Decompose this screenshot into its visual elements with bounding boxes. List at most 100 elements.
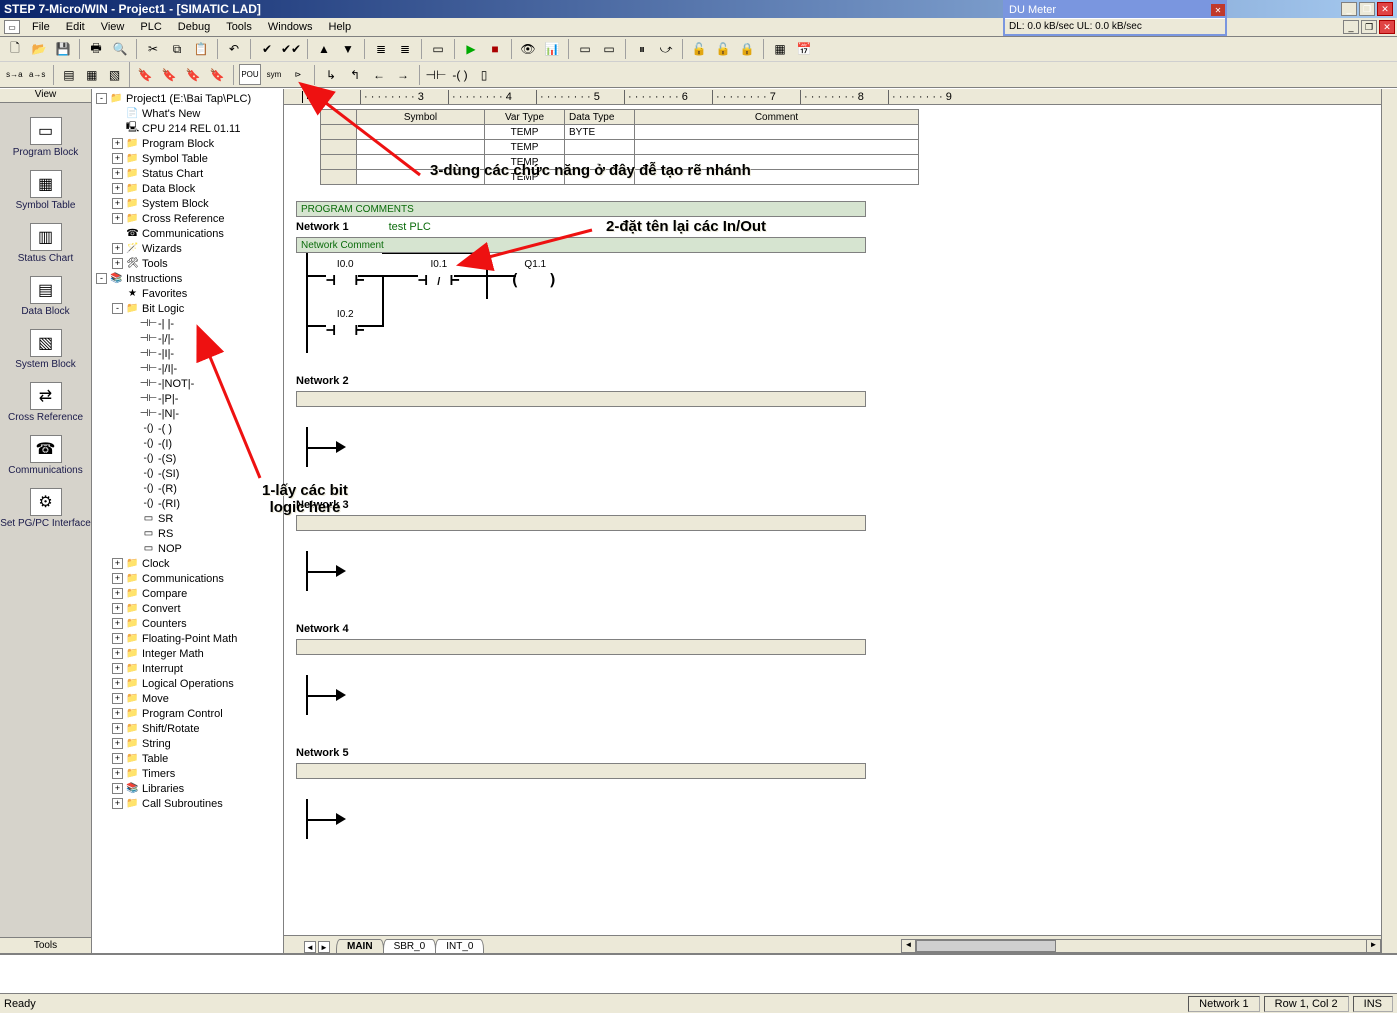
menu-windows[interactable]: Windows [260, 20, 321, 34]
lock2-icon[interactable]: 🔓 [712, 39, 734, 60]
view1-button[interactable]: ▤ [59, 64, 80, 85]
nav-program-block[interactable]: ▭Program Block [0, 111, 91, 164]
tree-node[interactable]: ▭NOP [94, 541, 283, 556]
mdi-minimize-button[interactable]: _ [1343, 20, 1359, 34]
upload-button[interactable]: ▲ [313, 39, 335, 60]
menu-file[interactable]: File [24, 20, 58, 34]
network-4-rung[interactable] [294, 655, 1361, 725]
var-row[interactable]: TEMP [321, 155, 919, 170]
tree-node[interactable]: ⊣⊢-|NOT|- [94, 376, 283, 391]
network-1-title[interactable]: test PLC [389, 221, 431, 233]
nav-symbol-table[interactable]: ▦Symbol Table [0, 164, 91, 217]
tree-node[interactable]: +📁Clock [94, 556, 283, 571]
tree-node[interactable]: +📁Status Chart [94, 166, 283, 181]
lock3-icon[interactable]: 🔒 [736, 39, 758, 60]
tree-node[interactable]: ⊣⊢-|/|- [94, 331, 283, 346]
menu-view[interactable]: View [93, 20, 133, 34]
paste-button[interactable]: 📋 [190, 39, 212, 60]
bookmark-clear-button[interactable]: 🔖 [206, 64, 228, 85]
expand-icon[interactable]: + [112, 693, 123, 704]
tree-node[interactable]: ⊣⊢-|/I|- [94, 361, 283, 376]
copy-button[interactable]: ⧉ [166, 39, 188, 60]
stop-button[interactable]: ■ [484, 39, 506, 60]
window-button[interactable]: ▦ [769, 39, 791, 60]
calendar-button[interactable]: 📅 [793, 39, 815, 60]
project-tree[interactable]: -📁Project1 (E:\Bai Tap\PLC)📄What's New🖳C… [92, 89, 284, 953]
download-button[interactable]: ▼ [337, 39, 359, 60]
sym-button[interactable]: sym [263, 64, 285, 85]
tree-node[interactable]: -()-(RI) [94, 496, 283, 511]
tree-node[interactable]: +📁Data Block [94, 181, 283, 196]
expand-icon[interactable]: + [112, 663, 123, 674]
sort-button[interactable]: ≣ [370, 39, 392, 60]
tree-node[interactable]: -📁Bit Logic [94, 301, 283, 316]
tree-node[interactable]: -()-(SI) [94, 466, 283, 481]
sort2-button[interactable]: ≣ [394, 39, 416, 60]
tree-node[interactable]: -()-(S) [94, 451, 283, 466]
mdi-restore-button[interactable]: ❐ [1361, 20, 1377, 34]
nav-footer[interactable]: Tools [0, 937, 91, 953]
expand-icon[interactable]: + [112, 798, 123, 809]
program-comments[interactable]: PROGRAM COMMENTS [296, 201, 866, 217]
tree-node[interactable]: +📁Compare [94, 586, 283, 601]
tree-node[interactable]: +🪄Wizards [94, 241, 283, 256]
bookmark-prev-button[interactable]: 🔖 [182, 64, 204, 85]
box-button[interactable]: ▯ [473, 64, 495, 85]
options-button[interactable]: ▭ [427, 39, 449, 60]
preview-button[interactable]: 🔍 [109, 39, 131, 60]
scroll-right-button[interactable]: ► [318, 941, 330, 953]
tree-node[interactable]: ⊣⊢-|N|- [94, 406, 283, 421]
du-meter-window[interactable]: DU Meter✕ DL: 0.0 kB/sec UL: 0.0 kB/sec [1003, 0, 1227, 36]
var-row[interactable]: TEMPBYTE [321, 125, 919, 140]
expand-icon[interactable]: + [112, 618, 123, 629]
expand-icon[interactable]: + [112, 258, 123, 269]
nav-data-block[interactable]: ▤Data Block [0, 270, 91, 323]
v-scrollbar[interactable] [1381, 89, 1397, 953]
bookmark-button[interactable]: 🔖 [134, 64, 156, 85]
network-5-rung[interactable] [294, 779, 1361, 849]
tree-node[interactable]: +📁Counters [94, 616, 283, 631]
mdi-close-button[interactable]: ✕ [1379, 20, 1395, 34]
tree-node[interactable]: +📁Floating-Point Math [94, 631, 283, 646]
line-left-button[interactable]: ← [368, 64, 390, 85]
expand-icon[interactable]: + [112, 138, 123, 149]
menu-debug[interactable]: Debug [170, 20, 218, 34]
symaddr-button[interactable]: s→a [4, 64, 25, 85]
menu-plc[interactable]: PLC [132, 20, 169, 34]
nav-cross-reference[interactable]: ⇄Cross Reference [0, 376, 91, 429]
tree-node[interactable]: +📁Program Control [94, 706, 283, 721]
expand-icon[interactable]: + [112, 183, 123, 194]
tree-node[interactable]: -()-( ) [94, 421, 283, 436]
menu-help[interactable]: Help [321, 20, 360, 34]
tree-node[interactable]: +📁Shift/Rotate [94, 721, 283, 736]
expand-icon[interactable]: + [112, 753, 123, 764]
run-button[interactable]: ▶ [460, 39, 482, 60]
h-scrollbar[interactable]: ◄► [901, 939, 1381, 953]
var-row[interactable]: TEMP [321, 140, 919, 155]
compile-all-button[interactable]: ✔✔ [280, 39, 302, 60]
tree-node[interactable]: ▭RS [94, 526, 283, 541]
tree-node[interactable]: +📁Logical Operations [94, 676, 283, 691]
nav-system-block[interactable]: ▧System Block [0, 323, 91, 376]
network-2-rung[interactable] [294, 407, 1361, 477]
close-button[interactable]: ✕ [1377, 2, 1393, 16]
network-2-comment[interactable] [296, 391, 866, 407]
menu-tools[interactable]: Tools [218, 20, 260, 34]
du-meter-close-button[interactable]: ✕ [1211, 4, 1225, 16]
lock1-icon[interactable]: 🔓 [688, 39, 710, 60]
print-button[interactable]: 🖶 [85, 39, 107, 60]
tree-node[interactable]: ▭SR [94, 511, 283, 526]
expand-icon[interactable]: - [112, 303, 123, 314]
tree-node[interactable]: -📚Instructions [94, 271, 283, 286]
tree-node[interactable]: +📁Table [94, 751, 283, 766]
minimize-button[interactable]: _ [1341, 2, 1357, 16]
coil-button[interactable]: -( ) [449, 64, 471, 85]
nav-communications[interactable]: ☎Communications [0, 429, 91, 482]
pause-button[interactable]: ⏸ [631, 39, 653, 60]
tree-node[interactable]: -📁Project1 (E:\Bai Tap\PLC) [94, 91, 283, 106]
compile-button[interactable]: ✔ [256, 39, 278, 60]
tree-node[interactable]: ★Favorites [94, 286, 283, 301]
menu-edit[interactable]: Edit [58, 20, 93, 34]
tab-main[interactable]: MAIN [336, 939, 384, 953]
tree-node[interactable]: +📁String [94, 736, 283, 751]
